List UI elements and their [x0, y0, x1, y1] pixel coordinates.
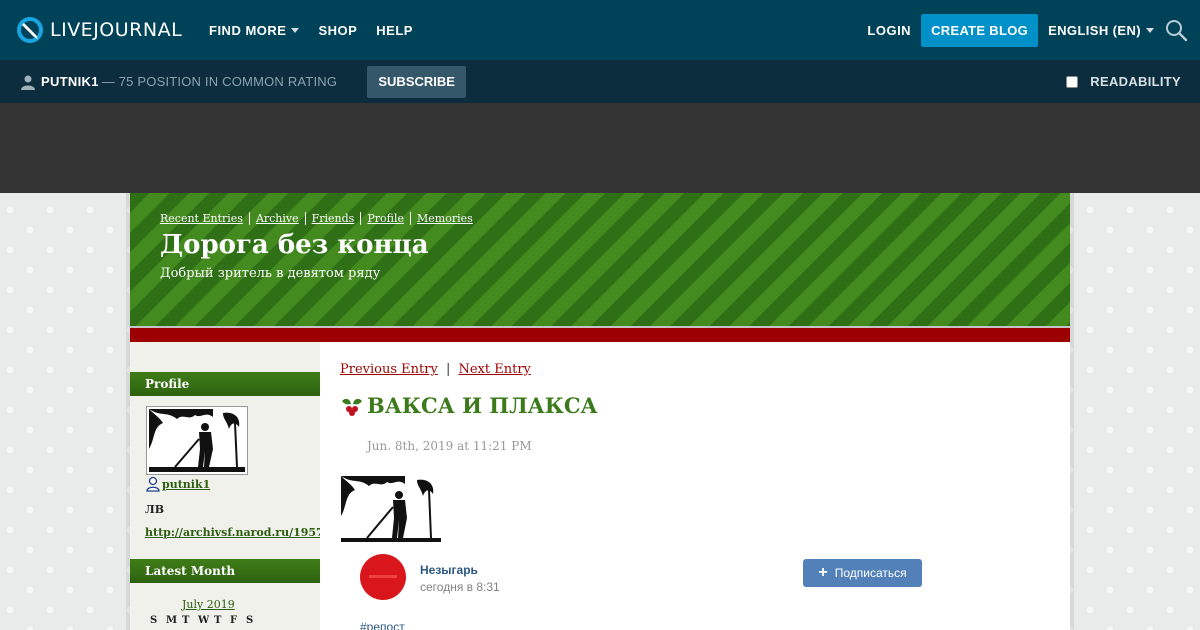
nav-shop-label: SHOP	[318, 22, 358, 38]
weekday-label: T	[182, 615, 190, 626]
embed-subscribe-label: Подписаться	[834, 566, 907, 580]
entry-title-text: ВАКСА И ПЛАКСА	[367, 393, 598, 418]
user-icon	[21, 75, 35, 90]
link-divider	[410, 212, 411, 225]
language-label: ENGLISH (EN)	[1048, 22, 1141, 38]
rating-text: — 75 POSITION IN COMMON RATING	[101, 74, 338, 89]
journal-header: Recent Entries Archive Friends Profile M…	[130, 193, 1070, 326]
entry-nav-separator: |	[445, 362, 451, 377]
profile-username-link[interactable]: putnik1	[162, 478, 210, 491]
weekday-label: S	[150, 615, 158, 626]
nav-help[interactable]: HELP	[376, 23, 413, 38]
header-red-strip	[130, 326, 1070, 342]
next-entry-link[interactable]: Next Entry	[458, 362, 530, 377]
link-divider	[360, 212, 362, 225]
link-recent-entries[interactable]: Recent Entries	[160, 212, 243, 225]
livejournal-logo[interactable]: LIVEJOURNAL	[16, 16, 196, 44]
userpic-image	[149, 409, 245, 472]
journal-sidebar: Profile putnik1 ЛВ http://archivsf.narod…	[130, 342, 320, 630]
link-divider	[304, 212, 306, 225]
entry-title: ВАКСА И ПЛАКСА	[340, 393, 598, 418]
previous-entry-link[interactable]: Previous Entry	[340, 362, 438, 377]
nav-find-more[interactable]: FIND MORE	[209, 22, 300, 38]
calendar-month-link[interactable]: July 2019	[182, 598, 235, 611]
embed-author-avatar[interactable]	[360, 554, 406, 600]
journal-username[interactable]: PUTNIK1	[41, 74, 99, 89]
entry-userpic-image	[341, 476, 441, 542]
nav-find-more-label: FIND MORE	[209, 22, 287, 38]
main-nav: FIND MORE SHOP HELP	[209, 23, 432, 38]
embed-author-name[interactable]: Незыгарь	[420, 563, 478, 577]
embed-hashtag[interactable]: #репост	[360, 620, 405, 630]
journal-subbar: PUTNIK1 — 75 POSITION IN COMMON RATING S…	[0, 60, 1200, 103]
holly-icon	[342, 398, 362, 416]
frame-shadow-right	[1070, 193, 1074, 630]
search-icon[interactable]	[1164, 18, 1188, 42]
livejournal-logo-icon	[17, 17, 43, 43]
entry-navigation: Previous Entry | Next Entry	[340, 362, 531, 377]
user-head-icon	[146, 476, 160, 492]
link-divider	[248, 212, 250, 225]
top-right-actions: LOGIN CREATE BLOG ENGLISH (EN)	[867, 13, 1200, 47]
embed-post-time: сегодня в 8:31	[420, 580, 500, 594]
caret-down-icon	[1146, 27, 1154, 33]
calendar-weekdays: S M T W T F S	[150, 615, 262, 626]
weekday-label: W	[198, 615, 210, 626]
journal-subtitle: Добрый зритель в девятом ряду	[160, 266, 381, 281]
entry-content: Previous Entry | Next Entry ВАКСА И ПЛАК…	[320, 342, 1070, 630]
profile-bio: ЛВ	[145, 503, 165, 516]
userpic[interactable]	[146, 406, 248, 475]
weekday-label: S	[246, 615, 254, 626]
weekday-label: F	[230, 615, 238, 626]
subscribe-button[interactable]: SUBSCRIBE	[367, 65, 467, 98]
language-selector[interactable]: ENGLISH (EN)	[1048, 23, 1154, 38]
link-profile[interactable]: Profile	[367, 212, 404, 225]
profile-box-title: Profile	[130, 372, 320, 396]
profile-url-link[interactable]: http://archivsf.narod.ru/1957/lev_vers	[145, 526, 320, 539]
readability-toggle: READABILITY	[1066, 74, 1181, 89]
entry-date: Jun. 8th, 2019 at 11:21 PM	[367, 439, 532, 453]
logo-text: LIVEJOURNAL	[50, 19, 183, 41]
weekday-label: M	[166, 615, 178, 626]
journal-title[interactable]: Дорога без конца	[160, 230, 429, 260]
link-archive[interactable]: Archive	[256, 212, 299, 225]
caret-down-icon	[291, 27, 300, 33]
ad-banner-area	[0, 103, 1200, 193]
login-link[interactable]: LOGIN	[867, 23, 911, 38]
profile-user: putnik1	[145, 476, 210, 492]
link-memories[interactable]: Memories	[417, 212, 473, 225]
top-navigation-bar: LIVEJOURNAL FIND MORE SHOP HELP LOGIN CR…	[0, 0, 1200, 60]
weekday-label: T	[214, 615, 222, 626]
readability-label: READABILITY	[1090, 74, 1181, 89]
readability-checkbox[interactable]	[1066, 75, 1079, 88]
plus-icon: +	[818, 564, 828, 581]
nav-help-label: HELP	[376, 22, 413, 38]
journal-header-links: Recent Entries Archive Friends Profile M…	[160, 212, 473, 225]
create-blog-button[interactable]: CREATE BLOG	[921, 13, 1039, 47]
nav-shop[interactable]: SHOP	[318, 23, 357, 38]
latest-month-box-title: Latest Month	[130, 559, 320, 583]
embed-subscribe-button[interactable]: + Подписаться	[803, 559, 922, 587]
link-friends[interactable]: Friends	[312, 212, 355, 225]
journal-page: Recent Entries Archive Friends Profile M…	[130, 193, 1070, 630]
